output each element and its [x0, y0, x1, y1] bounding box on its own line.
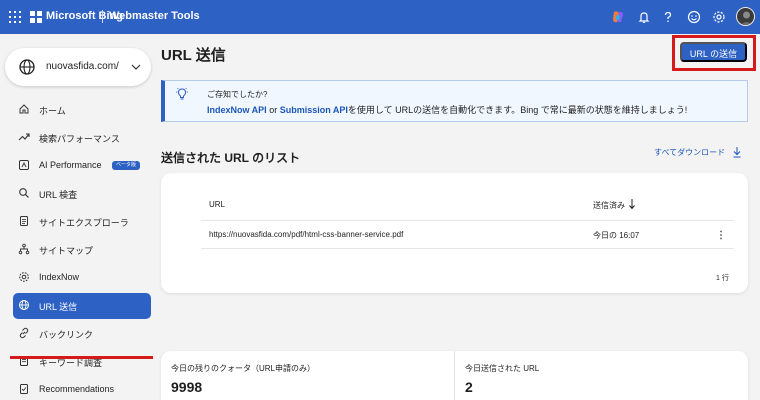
top-bar: Microsoft Bing Webmaster Tools	[0, 0, 760, 34]
submit-url-button[interactable]: URL の送信	[680, 42, 747, 62]
header-divider	[201, 220, 734, 221]
remaining-quota-value: 9998	[171, 379, 203, 395]
banner-rest-text: を使用して URLの送信を自動化できます。Bing で常に最新の状態を維持しまし…	[347, 105, 688, 115]
sidebar-item-label: バックリンク	[39, 330, 94, 340]
url-list-card: URL 送信済み https://nuovasfida.com/pdf/html…	[161, 173, 748, 293]
beta-badge: ベータ版	[112, 161, 141, 170]
sitemap-icon	[18, 243, 30, 255]
submitted-today-label: 今日送信された URL	[465, 364, 540, 373]
submission-api-link[interactable]: Submission API	[280, 105, 348, 115]
sidebar-item-label: サイトエクスプローラ	[39, 218, 129, 228]
sidebar-item-label: サイトマップ	[39, 246, 94, 256]
sidebar-item-site-explorer[interactable]: サイトエクスプローラ	[13, 209, 151, 235]
sidebar-item-keyword-research[interactable]: キーワード調査	[13, 349, 151, 375]
quota-card: 今日の残りのクォータ（URL申請のみ） 9998 今日送信された URL 2	[161, 351, 748, 400]
brand-divider	[102, 10, 103, 23]
banner-heading: ご存知でしたか?	[207, 90, 268, 99]
sidebar-item-backlinks[interactable]: バックリンク	[13, 321, 151, 347]
site-selector[interactable]: nuovasfida.com/	[5, 48, 151, 86]
sidebar-item-sitemap[interactable]: サイトマップ	[13, 237, 151, 263]
sidebar-item-label: AI Performance	[39, 160, 102, 170]
row-count: 1 行	[716, 275, 729, 282]
sort-down-icon[interactable]	[628, 198, 636, 210]
product-name[interactable]: Webmaster Tools	[109, 10, 200, 22]
submitted-date: 今日の 16:07	[593, 231, 640, 240]
microsoft-logo-icon	[30, 11, 42, 23]
sidebar-item-label: ホーム	[39, 106, 66, 116]
remaining-quota-label: 今日の残りのクォータ（URL申請のみ）	[171, 364, 316, 373]
copilot-icon[interactable]	[611, 10, 625, 24]
download-all-link[interactable]: すべてダウンロード	[654, 147, 725, 158]
sidebar-item-label: 検索パフォーマンス	[39, 134, 120, 144]
highlight-underline	[10, 356, 153, 359]
banner-text: IndexNow API or Submission APIを使用して URLの…	[207, 103, 687, 116]
page-title: URL 送信	[161, 47, 226, 64]
waffle-icon[interactable]	[9, 11, 21, 23]
sidebar-item-url-inspection[interactable]: URL 検査	[13, 181, 151, 207]
sidebar-item-ai-performance[interactable]: AI Performance ベータ版	[13, 153, 151, 179]
document-icon	[20, 216, 28, 226]
recommend-icon	[20, 384, 28, 394]
sidebar: nuovasfida.com/ ホーム 検索パフォーマンス AI Perform…	[0, 34, 160, 400]
sidebar-item-home[interactable]: ホーム	[13, 97, 151, 123]
bell-icon[interactable]	[636, 9, 652, 25]
site-name: nuovasfida.com/	[46, 61, 119, 72]
home-icon	[19, 104, 29, 114]
more-options-icon[interactable]	[718, 229, 724, 241]
chevron-down-icon[interactable]	[130, 61, 142, 73]
sidebar-item-search-performance[interactable]: 検索パフォーマンス	[13, 125, 151, 151]
download-icon[interactable]	[732, 146, 742, 158]
feedback-icon[interactable]	[686, 9, 702, 25]
settings-icon[interactable]	[711, 9, 727, 25]
ai-icon	[19, 160, 29, 170]
globe-icon	[19, 300, 29, 310]
indexnow-api-link[interactable]: IndexNow API	[207, 105, 267, 115]
sidebar-item-recommendations[interactable]: Recommendations	[13, 377, 151, 400]
submitted-url[interactable]: https://nuovasfida.com/pdf/html-css-bann…	[209, 230, 403, 239]
avatar[interactable]	[736, 7, 755, 26]
info-banner: ご存知でしたか? IndexNow API or Submission APIを…	[161, 80, 748, 122]
gear-icon	[19, 272, 29, 282]
sidebar-item-indexnow[interactable]: IndexNow	[13, 265, 151, 291]
sidebar-item-label: URL 送信	[39, 302, 78, 312]
column-header-submitted[interactable]: 送信済み	[593, 200, 625, 211]
quota-divider	[454, 351, 455, 400]
sidebar-item-label: URL 検査	[39, 190, 78, 200]
list-title: 送信された URL のリスト	[161, 151, 301, 165]
link-icon	[19, 327, 29, 339]
banner-or-text: or	[266, 105, 280, 115]
trend-icon	[18, 133, 30, 141]
sidebar-item-label: IndexNow	[39, 272, 80, 282]
help-icon[interactable]	[660, 9, 676, 25]
sidebar-item-url-submission[interactable]: URL 送信	[13, 293, 151, 319]
search-icon	[19, 188, 29, 198]
column-header-url[interactable]: URL	[209, 200, 225, 209]
lightbulb-icon	[176, 87, 188, 100]
row-divider	[201, 248, 734, 249]
submitted-today-value: 2	[465, 379, 473, 395]
sidebar-item-label: Recommendations	[39, 384, 115, 394]
globe-icon	[19, 59, 35, 75]
